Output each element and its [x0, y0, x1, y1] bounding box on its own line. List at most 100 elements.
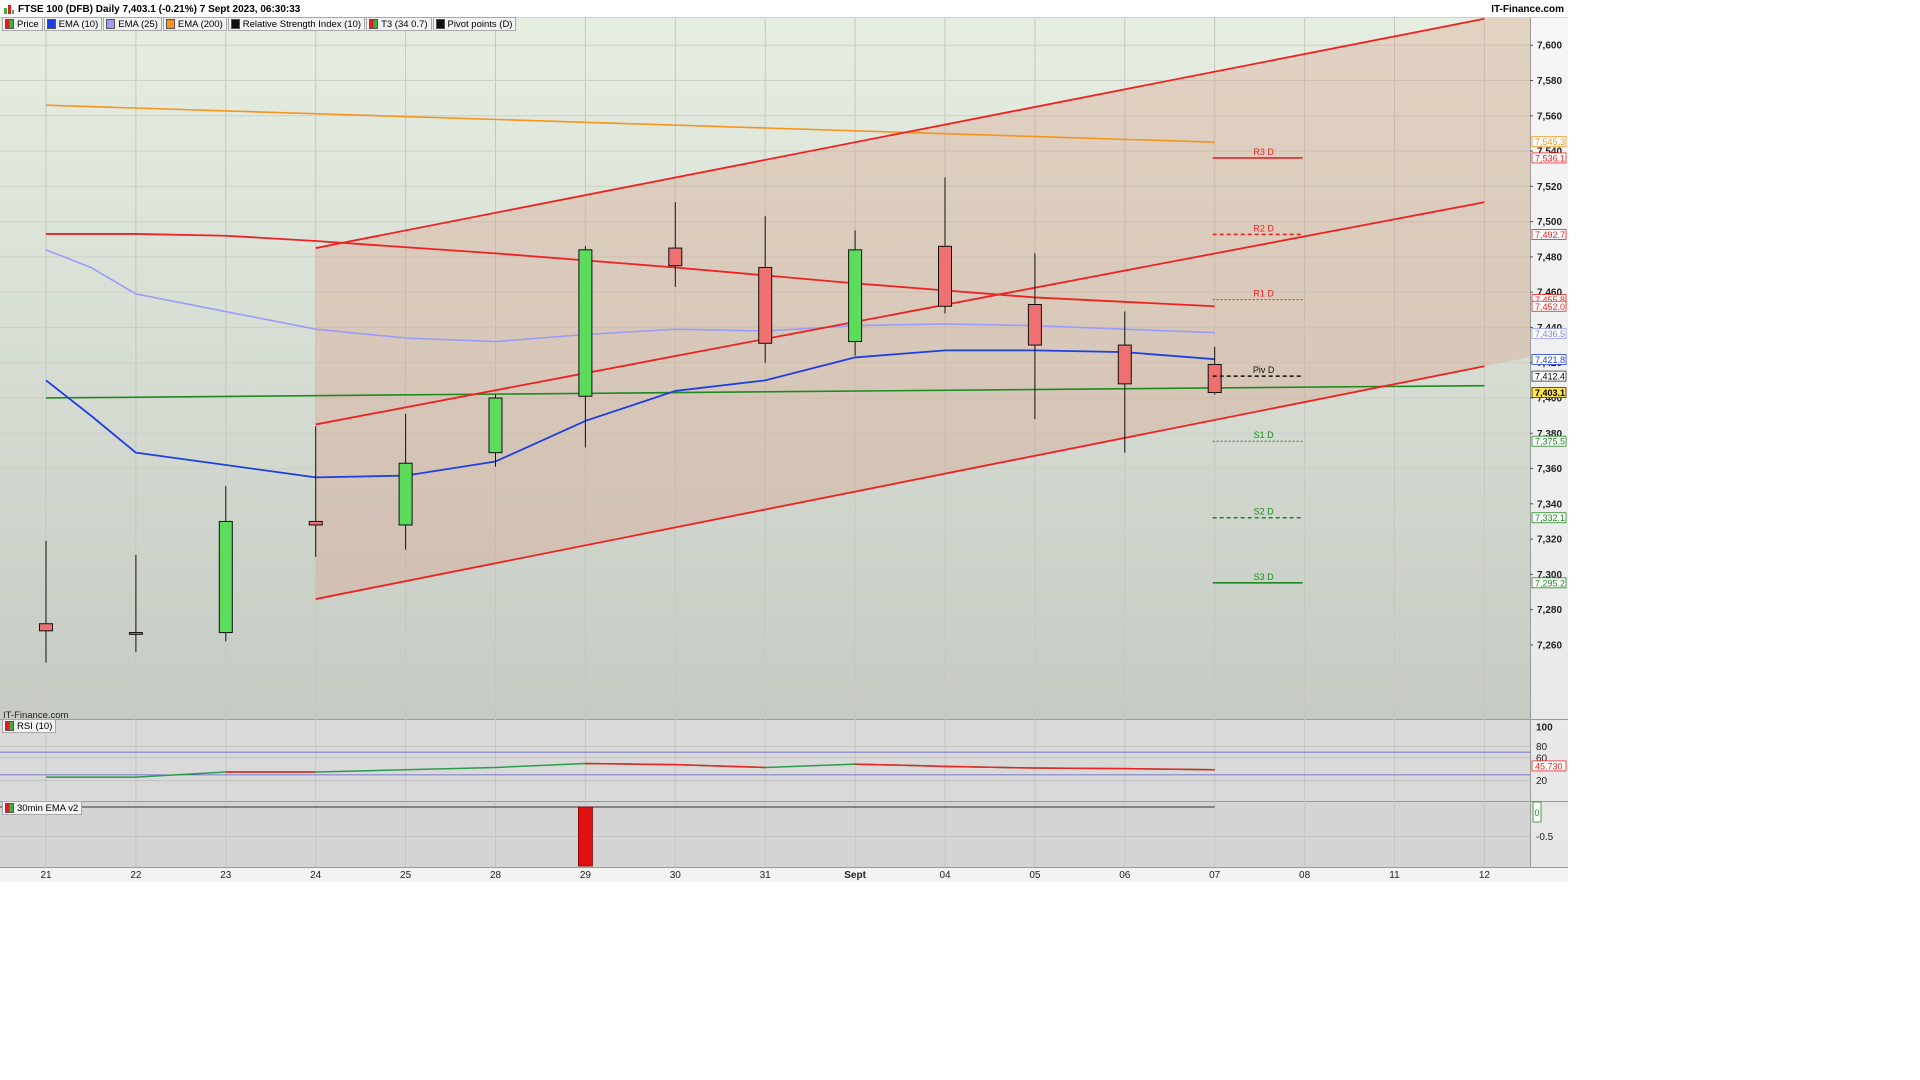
- candle-body: [578, 249, 593, 397]
- pivot-label: S1 D: [1254, 430, 1275, 440]
- price-tag-label: 7,492.7: [1535, 230, 1565, 240]
- candle-body: [758, 266, 773, 344]
- chart-window: R3 D R2 D R1 D Piv D S1 D S2 D S3 D 7,260 7,280 7…: [0, 0, 1568, 882]
- x-tick-label: 24: [310, 870, 322, 881]
- x-tick-label: 05: [1029, 870, 1041, 881]
- y-tick-label: 7,560: [1537, 111, 1562, 122]
- price-tag-label: 7,452.0: [1535, 302, 1565, 312]
- candle-body: [39, 623, 53, 632]
- rsi-y-tick-label: 80: [1536, 742, 1548, 753]
- legend-label: T3 (34 0.7): [381, 18, 428, 30]
- legend-item-2[interactable]: EMA (25): [103, 17, 162, 31]
- x-tick-label: 04: [939, 870, 951, 881]
- legend-item-4[interactable]: Relative Strength Index (10): [227, 17, 366, 31]
- rsi-y-tick-label: 100: [1536, 723, 1553, 734]
- x-tick-label: 30: [670, 870, 682, 881]
- x-tick-label: 07: [1209, 870, 1221, 881]
- legend-swatch-icon: [435, 19, 445, 29]
- legend-swatch-icon: [5, 19, 14, 29]
- pivot-label: Piv D: [1253, 365, 1275, 375]
- ema30-swatch-icon: [5, 803, 14, 813]
- candle-body: [218, 520, 233, 634]
- price-tag-label: 7,412.4: [1535, 372, 1565, 382]
- candle-body: [1117, 344, 1132, 385]
- ema30-y-tick-label: -0.5: [1536, 832, 1554, 843]
- chart-canvas[interactable]: R3 D R2 D R1 D Piv D S1 D S2 D S3 D 7,260 7,280 7…: [0, 0, 1568, 882]
- ema30-panel-label: 30min EMA v2: [17, 802, 79, 814]
- rsi-value-tag: 45.730: [1535, 761, 1563, 771]
- candle-body: [128, 632, 143, 635]
- ema30-value-tag: 0: [1535, 808, 1540, 818]
- x-tick-label: 25: [400, 870, 412, 881]
- x-tick-label: 23: [220, 870, 232, 881]
- y-tick-label: 7,260: [1537, 640, 1562, 651]
- price-tag-label: 7,536.1: [1535, 153, 1565, 163]
- app-logo-icon: [4, 5, 14, 14]
- legend-swatch-icon: [165, 19, 175, 29]
- ema30-bar[interactable]: [578, 806, 593, 867]
- y-tick-label: 7,360: [1537, 464, 1562, 475]
- indicator-legend: Price EMA (10) EMA (25) EMA (200) Relative S…: [2, 17, 517, 31]
- candle-body: [848, 249, 863, 343]
- rsi-y-tick-label: 20: [1536, 776, 1548, 787]
- legend-swatch-icon: [230, 19, 240, 29]
- y-tick-label: 7,520: [1537, 182, 1562, 193]
- x-tick-label: 11: [1389, 870, 1400, 881]
- rsi-panel-label: RSI (10): [17, 720, 53, 732]
- price-tag-label: 7,295.2: [1535, 578, 1565, 588]
- x-tick-label: 22: [130, 870, 142, 881]
- y-tick-label: 7,600: [1537, 41, 1562, 52]
- y-tick-label: 7,500: [1537, 217, 1562, 228]
- price-tag-label: 7,332.1: [1535, 513, 1565, 523]
- legend-label: Relative Strength Index (10): [242, 18, 362, 30]
- legend-swatch-icon: [106, 19, 116, 29]
- candle-body: [1027, 304, 1042, 346]
- legend-label: EMA (200): [177, 18, 223, 30]
- x-axis-background: [0, 867, 1568, 882]
- x-tick-label: 08: [1299, 870, 1311, 881]
- legend-label: Price: [17, 18, 39, 30]
- legend-label: Pivot points (D): [447, 18, 513, 30]
- y-tick-label: 7,320: [1537, 535, 1562, 546]
- ema30-panel-tag[interactable]: 30min EMA v2: [2, 801, 83, 815]
- price-tag-label: 7,375.5: [1535, 437, 1565, 447]
- price-tag-label: 7,403.1: [1535, 388, 1565, 398]
- x-tick-label: 12: [1479, 870, 1491, 881]
- x-tick-label: 29: [580, 870, 592, 881]
- candle-body: [938, 245, 952, 307]
- x-tick-label: 28: [490, 870, 502, 881]
- brand-label: IT-Finance.com: [1491, 4, 1564, 15]
- pivot-label: R1 D: [1253, 289, 1274, 299]
- pivot-label: S2 D: [1254, 507, 1275, 517]
- legend-item-1[interactable]: EMA (10): [43, 17, 103, 31]
- y-tick-label: 7,340: [1537, 499, 1562, 510]
- y-tick-label: 7,580: [1537, 76, 1562, 87]
- x-tick-label: 06: [1119, 870, 1131, 881]
- price-tag-label: 7,436.5: [1535, 329, 1565, 339]
- legend-item-6[interactable]: Pivot points (D): [432, 17, 517, 31]
- candle-body: [398, 462, 413, 526]
- legend-item-5[interactable]: T3 (34 0.7): [366, 17, 432, 31]
- price-tag-label: 7,421.8: [1535, 355, 1565, 365]
- legend-item-3[interactable]: EMA (200): [162, 17, 227, 31]
- price-tag-label: 7,545.3: [1535, 137, 1565, 147]
- pivot-label: R3 D: [1253, 147, 1274, 157]
- chart-title: FTSE 100 (DFB) Daily 7,403.1 (-0.21%) 7 …: [18, 4, 301, 15]
- y-tick-label: 7,480: [1537, 252, 1562, 263]
- candle-body: [1207, 363, 1222, 394]
- pivot-label: R2 D: [1253, 223, 1274, 233]
- x-tick-label: 31: [760, 870, 772, 881]
- legend-label: EMA (10): [58, 18, 99, 30]
- candle-body: [668, 247, 683, 267]
- legend-swatch-icon: [46, 19, 56, 29]
- legend-swatch-icon: [369, 19, 379, 29]
- candle-body: [488, 397, 503, 454]
- legend-item-0[interactable]: Price: [2, 17, 43, 31]
- y-tick-label: 7,280: [1537, 605, 1562, 616]
- candle-body: [308, 520, 323, 526]
- legend-label: EMA (25): [118, 18, 158, 30]
- x-tick-label: Sept: [844, 870, 866, 881]
- pivot-label: S3 D: [1254, 572, 1275, 582]
- x-tick-label: 21: [40, 870, 52, 881]
- rsi-panel-tag[interactable]: RSI (10): [2, 719, 57, 733]
